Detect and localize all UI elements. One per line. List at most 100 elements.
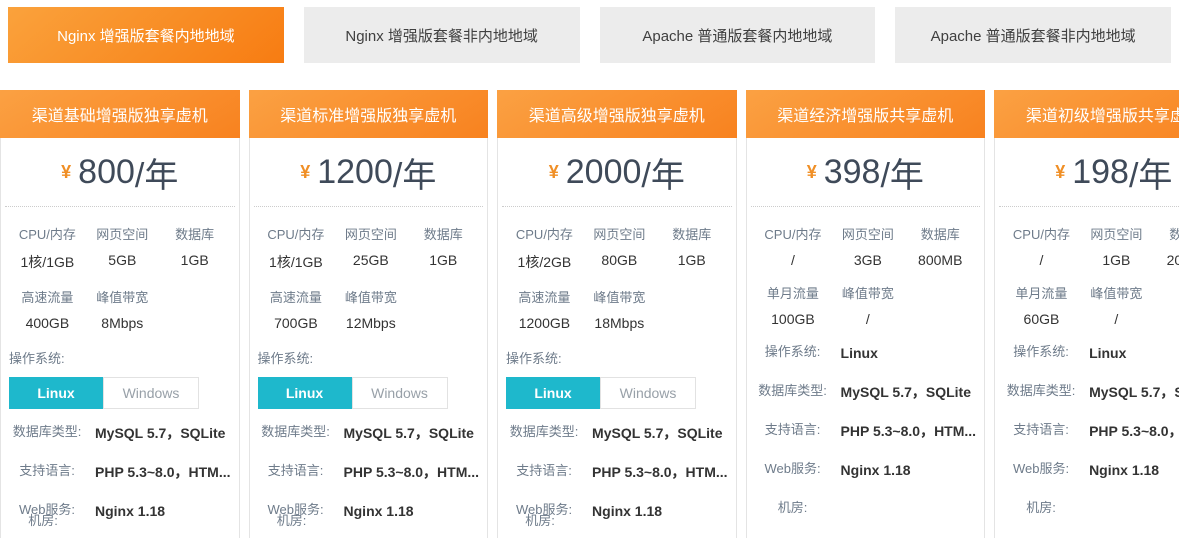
datacenter-label: 机房: <box>1003 499 1079 518</box>
spec-value: / <box>1080 311 1153 327</box>
tab-apache-standard-non-mainland[interactable]: Apache 普通版套餐非内地地域 <box>895 7 1171 63</box>
plan-price: ¥800/年 <box>5 138 235 207</box>
web-service-row: Web服务: 机房: Nginx 1.18 <box>506 501 728 521</box>
language-value: PHP 5.3~8.0，HTM... <box>841 421 977 441</box>
spec-value: 1核/1GB <box>258 252 335 272</box>
web-service-value: Nginx 1.18 <box>344 501 480 521</box>
language-row: 支持语言: PHP 5.3~8.0，HTM... <box>258 462 480 482</box>
os-value: Linux <box>841 343 977 363</box>
spec-label: 数据库 <box>904 224 976 243</box>
spec-value: 1GB <box>407 252 479 268</box>
web-service-row: Web服务: 机房: Nginx 1.18 <box>258 501 480 521</box>
datacenter-value <box>1089 499 1179 500</box>
plan-price: ¥398/年 <box>751 138 981 207</box>
price-amount: 398 <box>824 153 881 192</box>
spec-label: 网页空间 <box>86 224 159 243</box>
spec-label: 数据库 <box>1153 224 1179 243</box>
spec-value: 60GB <box>1003 311 1080 327</box>
language-value: PHP 5.3~8.0，HTM... <box>344 462 480 482</box>
os-label: 操作系统: <box>9 348 239 367</box>
spec-label: 数据库 <box>656 224 728 243</box>
db-type-value: MySQL 5.7，SQLite <box>95 423 231 443</box>
language-label: 支持语言: <box>258 462 334 481</box>
spec-value: 12Mbps <box>334 315 407 331</box>
language-row: 支持语言: PHP 5.3~8.0，HTM... <box>755 421 977 441</box>
spec-value: 1200GB <box>506 315 583 331</box>
web-service-row: Web服务: Nginx 1.18 <box>1003 460 1179 480</box>
os-label: 操作系统: <box>1003 343 1079 362</box>
db-type-value: MySQL 5.7，SQLite <box>1089 382 1179 402</box>
spec-value: / <box>755 252 832 268</box>
web-service-row: Web服务: Nginx 1.18 <box>755 460 977 480</box>
spec-value: 80GB <box>583 252 656 268</box>
datacenter-label: 机房: <box>258 512 326 531</box>
db-type-label: 数据库类型: <box>506 423 582 442</box>
db-type-row: 数据库类型: MySQL 5.7，SQLite <box>9 423 231 443</box>
spec-value: / <box>831 311 904 327</box>
db-type-value: MySQL 5.7，SQLite <box>592 423 728 443</box>
web-service-label: Web服务: <box>1003 460 1079 479</box>
language-value: PHP 5.3~8.0，HTM... <box>95 462 231 482</box>
language-label: 支持语言: <box>9 462 85 481</box>
yen-symbol: ¥ <box>807 162 817 183</box>
spec-value: 3GB <box>831 252 904 268</box>
spec-value: 1GB <box>159 252 231 268</box>
price-amount: 1200 <box>317 153 393 192</box>
linux-button[interactable]: Linux <box>258 377 352 409</box>
db-type-label: 数据库类型: <box>9 423 85 442</box>
os-toggle: Linux Windows <box>258 377 448 409</box>
price-unit: /年 <box>880 148 923 197</box>
web-service-value: Nginx 1.18 <box>1089 460 1179 480</box>
db-type-label: 数据库类型: <box>755 382 831 401</box>
yen-symbol: ¥ <box>300 162 310 183</box>
spec-value: 18Mbps <box>583 315 656 331</box>
spec-value: 800MB <box>904 252 976 268</box>
spec-grid: CPU/内存/ 网页空间3GB 数据库800MB 单月流量100GB 峰值带宽/ <box>747 207 985 327</box>
datacenter-row: 机房: <box>1003 499 1179 518</box>
spec-value: 1核/1GB <box>9 252 86 272</box>
plan-price: ¥2000/年 <box>502 138 732 207</box>
db-type-row: 数据库类型: MySQL 5.7，SQLite <box>1003 382 1179 402</box>
datacenter-label: 机房: <box>9 512 77 531</box>
datacenter-label: 机房: <box>506 512 574 531</box>
os-label: 操作系统: <box>755 343 831 362</box>
spec-grid: CPU/内存1核/1GB 网页空间25GB 数据库1GB 高速流量700GB 峰… <box>250 207 488 331</box>
yen-symbol: ¥ <box>61 162 71 183</box>
price-amount: 198 <box>1072 153 1129 192</box>
tab-apache-standard-mainland[interactable]: Apache 普通版套餐内地地域 <box>600 7 876 63</box>
windows-button[interactable]: Windows <box>600 377 696 409</box>
spec-label: 数据库 <box>159 224 231 243</box>
spec-value: 1GB <box>656 252 728 268</box>
language-row: 支持语言: PHP 5.3~8.0，HTM... <box>1003 421 1179 441</box>
spec-grid: CPU/内存1核/2GB 网页空间80GB 数据库1GB 高速流量1200GB … <box>498 207 736 331</box>
spec-value: 700GB <box>258 315 335 331</box>
windows-button[interactable]: Windows <box>352 377 448 409</box>
spec-grid: CPU/内存1核/1GB 网页空间5GB 数据库1GB 高速流量400GB 峰值… <box>1 207 239 331</box>
language-value: PHP 5.3~8.0，HTM... <box>592 462 728 482</box>
os-toggle: Linux Windows <box>9 377 199 409</box>
price-unit: /年 <box>135 148 178 197</box>
spec-label: 单月流量 <box>1003 283 1080 302</box>
language-value: PHP 5.3~8.0，HTM... <box>1089 421 1179 441</box>
windows-button[interactable]: Windows <box>103 377 199 409</box>
spec-label: 数据库 <box>407 224 479 243</box>
web-service-value: Nginx 1.18 <box>841 460 977 480</box>
plan-tabs: Nginx 增强版套餐内地地域 Nginx 增强版套餐非内地地域 Apache … <box>0 0 1179 63</box>
yen-symbol: ¥ <box>549 162 559 183</box>
plan-card-standard: 渠道标准增强版独享虚机 ¥1200/年 CPU/内存1核/1GB 网页空间25G… <box>249 90 489 538</box>
plan-card-economy: 渠道经济增强版共享虚机 ¥398/年 CPU/内存/ 网页空间3GB 数据库80… <box>746 90 986 538</box>
plan-title: 渠道初级增强版共享虚机 <box>994 90 1179 138</box>
spec-label: CPU/内存 <box>9 224 86 243</box>
spec-value: 100GB <box>755 311 832 327</box>
plan-title: 渠道高级增强版独享虚机 <box>497 90 737 138</box>
plan-title: 渠道标准增强版独享虚机 <box>249 90 489 138</box>
plan-price: ¥198/年 <box>999 138 1179 207</box>
yen-symbol: ¥ <box>1055 162 1065 183</box>
tab-nginx-enhanced-mainland[interactable]: Nginx 增强版套餐内地地域 <box>8 7 284 63</box>
tab-nginx-enhanced-non-mainland[interactable]: Nginx 增强版套餐非内地地域 <box>304 7 580 63</box>
datacenter-row: 机房: <box>755 499 977 518</box>
datacenter-label: 机房: <box>755 499 831 518</box>
linux-button[interactable]: Linux <box>9 377 103 409</box>
spec-label: 网页空间 <box>583 224 656 243</box>
linux-button[interactable]: Linux <box>506 377 600 409</box>
